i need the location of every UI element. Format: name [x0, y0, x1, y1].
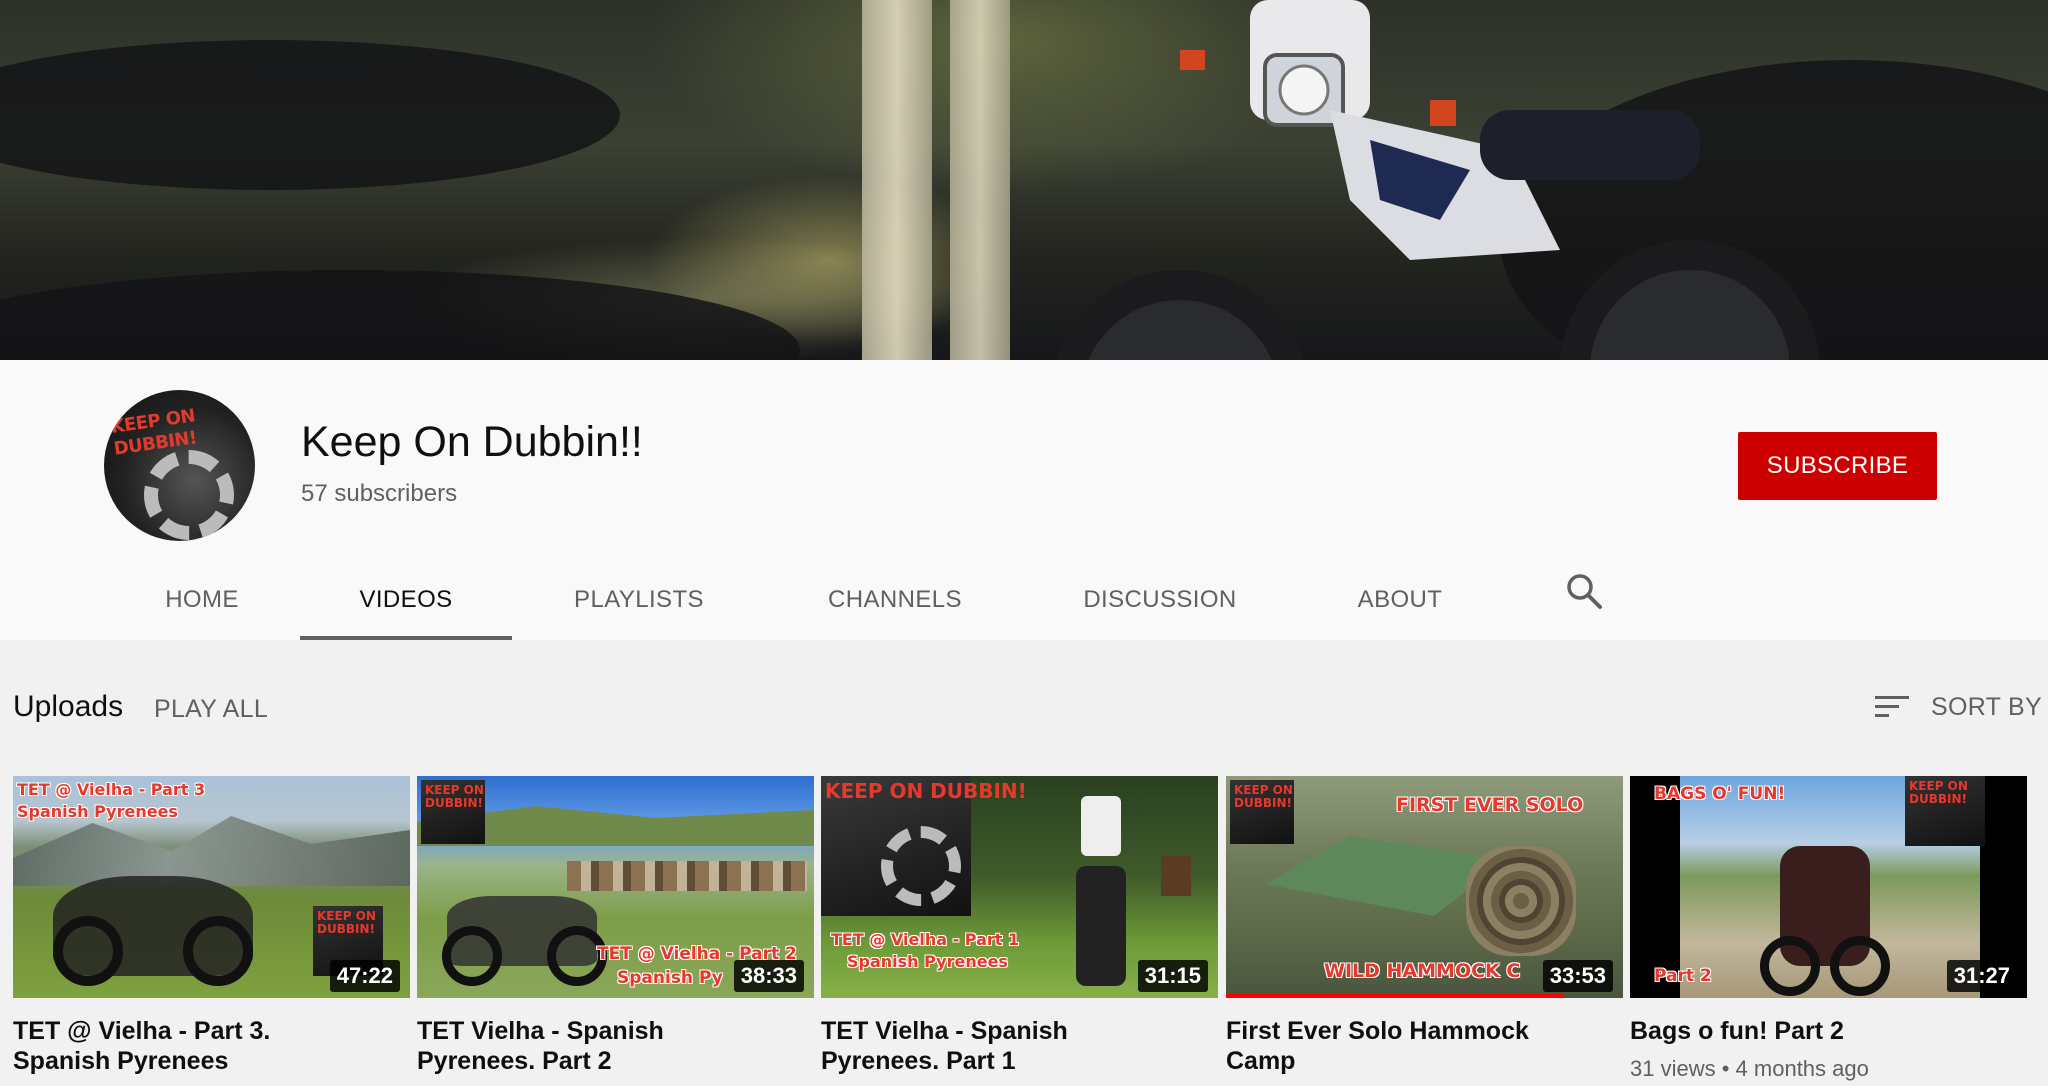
video-meta: 31 views • 4 months ago: [1630, 1056, 2027, 1082]
video-card[interactable]: KEEP ON DUBBIN! FIRST EVER SOLO WILD HAM…: [1226, 776, 1623, 1076]
video-card[interactable]: KEEP ON DUBBIN! BAGS O' FUN! Part 2 31:2…: [1630, 776, 2027, 1082]
video-duration: 47:22: [329, 960, 400, 992]
watch-progress-bar: [1226, 993, 1564, 998]
tab-videos[interactable]: VIDEOS: [300, 560, 512, 640]
video-title-line: Pyrenees. Part 2: [417, 1047, 612, 1075]
channel-logo-text: KEEP ON DUBBIN!: [825, 779, 1027, 803]
video-duration: 33:53: [1542, 960, 1613, 992]
tab-about[interactable]: ABOUT: [1340, 560, 1460, 640]
thumbnail-subtitle-text: Spanish Pyrenees: [847, 952, 1008, 971]
thumbnail-title-text: TET @ Vielha - Part 1: [831, 930, 1020, 949]
video-duration: 31:27: [1946, 960, 2017, 992]
video-title-line: Pyrenees. Part 1: [821, 1047, 1016, 1075]
tab-playlists[interactable]: PLAYLISTS: [550, 560, 728, 640]
sort-by-button[interactable]: SORT BY: [1931, 693, 2042, 722]
meta-separator: •: [1721, 1056, 1736, 1081]
thumbnail-subtitle-text: WILD HAMMOCK C: [1324, 960, 1521, 982]
tab-channels[interactable]: CHANNELS: [806, 560, 984, 640]
channel-logo-thumbnail: KEEP ON DUBBIN!: [1905, 776, 1985, 846]
video-thumbnail[interactable]: KEEP ON DUBBIN! TET @ Vielha - Part 2 Sp…: [417, 776, 814, 998]
video-title[interactable]: TET Vielha - Spanish Pyrenees. Part 1: [821, 1016, 1218, 1076]
channel-logo-text: KEEP ON DUBBIN!: [1234, 783, 1293, 810]
view-count: 31 views: [1630, 1056, 1716, 1081]
video-title[interactable]: TET @ Vielha - Part 3. Spanish Pyrenees: [13, 1016, 410, 1076]
sort-icon[interactable]: [1875, 694, 1909, 720]
video-title-line: TET @ Vielha - Part 3.: [13, 1017, 271, 1045]
uploads-heading: Uploads: [13, 690, 124, 723]
channel-logo-text: KEEP ON DUBBIN!: [317, 909, 376, 936]
thumbnail-title-text: BAGS O' FUN!: [1654, 784, 1786, 804]
channel-banner: [0, 0, 2048, 360]
video-title-line: Spanish Pyrenees: [13, 1047, 229, 1075]
channel-name: Keep On Dubbin!!: [301, 418, 643, 466]
thumbnail-subtitle-text: Part 2: [1654, 966, 1712, 986]
tire-graphic: [144, 450, 234, 540]
channel-logo-thumbnail: KEEP ON DUBBIN!: [1230, 780, 1294, 844]
video-thumbnail[interactable]: KEEP ON DUBBIN! BAGS O' FUN! Part 2 31:2…: [1630, 776, 2027, 998]
video-title-line: First Ever Solo Hammock: [1226, 1017, 1529, 1045]
tab-home[interactable]: HOME: [140, 560, 264, 640]
search-icon[interactable]: [1564, 571, 1604, 611]
video-card[interactable]: TET @ Vielha - Part 3 Spanish Pyrenees K…: [13, 776, 410, 1076]
subscribe-button[interactable]: SUBSCRIBE: [1738, 432, 1937, 500]
channel-avatar[interactable]: KEEP ON DUBBIN!: [104, 390, 255, 541]
video-title[interactable]: TET Vielha - Spanish Pyrenees. Part 2: [417, 1016, 814, 1076]
thumbnail-subtitle-text: Spanish Py: [617, 968, 723, 988]
channel-tabs: HOME VIDEOS PLAYLISTS CHANNELS DISCUSSIO…: [0, 560, 2048, 640]
thumbnail-subtitle-text: Spanish Pyrenees: [17, 802, 178, 821]
video-card[interactable]: KEEP ON DUBBIN! TET @ Vielha - Part 1 Sp…: [821, 776, 1218, 1076]
video-thumbnail[interactable]: KEEP ON DUBBIN! FIRST EVER SOLO WILD HAM…: [1226, 776, 1623, 998]
thumbnail-title-text: FIRST EVER SOLO: [1396, 794, 1584, 816]
video-title[interactable]: First Ever Solo Hammock Camp: [1226, 1016, 1623, 1076]
channel-logo-thumbnail: KEEP ON DUBBIN!: [421, 780, 485, 844]
video-thumbnail[interactable]: TET @ Vielha - Part 3 Spanish Pyrenees K…: [13, 776, 410, 998]
channel-logo-text: KEEP ON DUBBIN!: [1909, 779, 1968, 806]
upload-age: 4 months ago: [1735, 1056, 1869, 1081]
video-title[interactable]: Bags o fun! Part 2: [1630, 1016, 2027, 1046]
video-duration: 31:15: [1137, 960, 1208, 992]
tab-discussion[interactable]: DISCUSSION: [1070, 560, 1250, 640]
video-title-line: TET Vielha - Spanish: [417, 1017, 664, 1045]
channel-logo-text: KEEP ON DUBBIN!: [425, 783, 484, 810]
video-thumbnail[interactable]: KEEP ON DUBBIN! TET @ Vielha - Part 1 Sp…: [821, 776, 1218, 998]
video-card[interactable]: KEEP ON DUBBIN! TET @ Vielha - Part 2 Sp…: [417, 776, 814, 1076]
video-title-line: TET Vielha - Spanish: [821, 1017, 1068, 1045]
play-all-button[interactable]: PLAY ALL: [154, 695, 268, 724]
video-duration: 38:33: [733, 960, 804, 992]
subscriber-count: 57 subscribers: [301, 480, 458, 507]
video-title-line: Bags o fun! Part 2: [1630, 1017, 1844, 1045]
thumbnail-title-text: TET @ Vielha - Part 3: [17, 780, 206, 799]
video-title-line: Camp: [1226, 1047, 1296, 1075]
